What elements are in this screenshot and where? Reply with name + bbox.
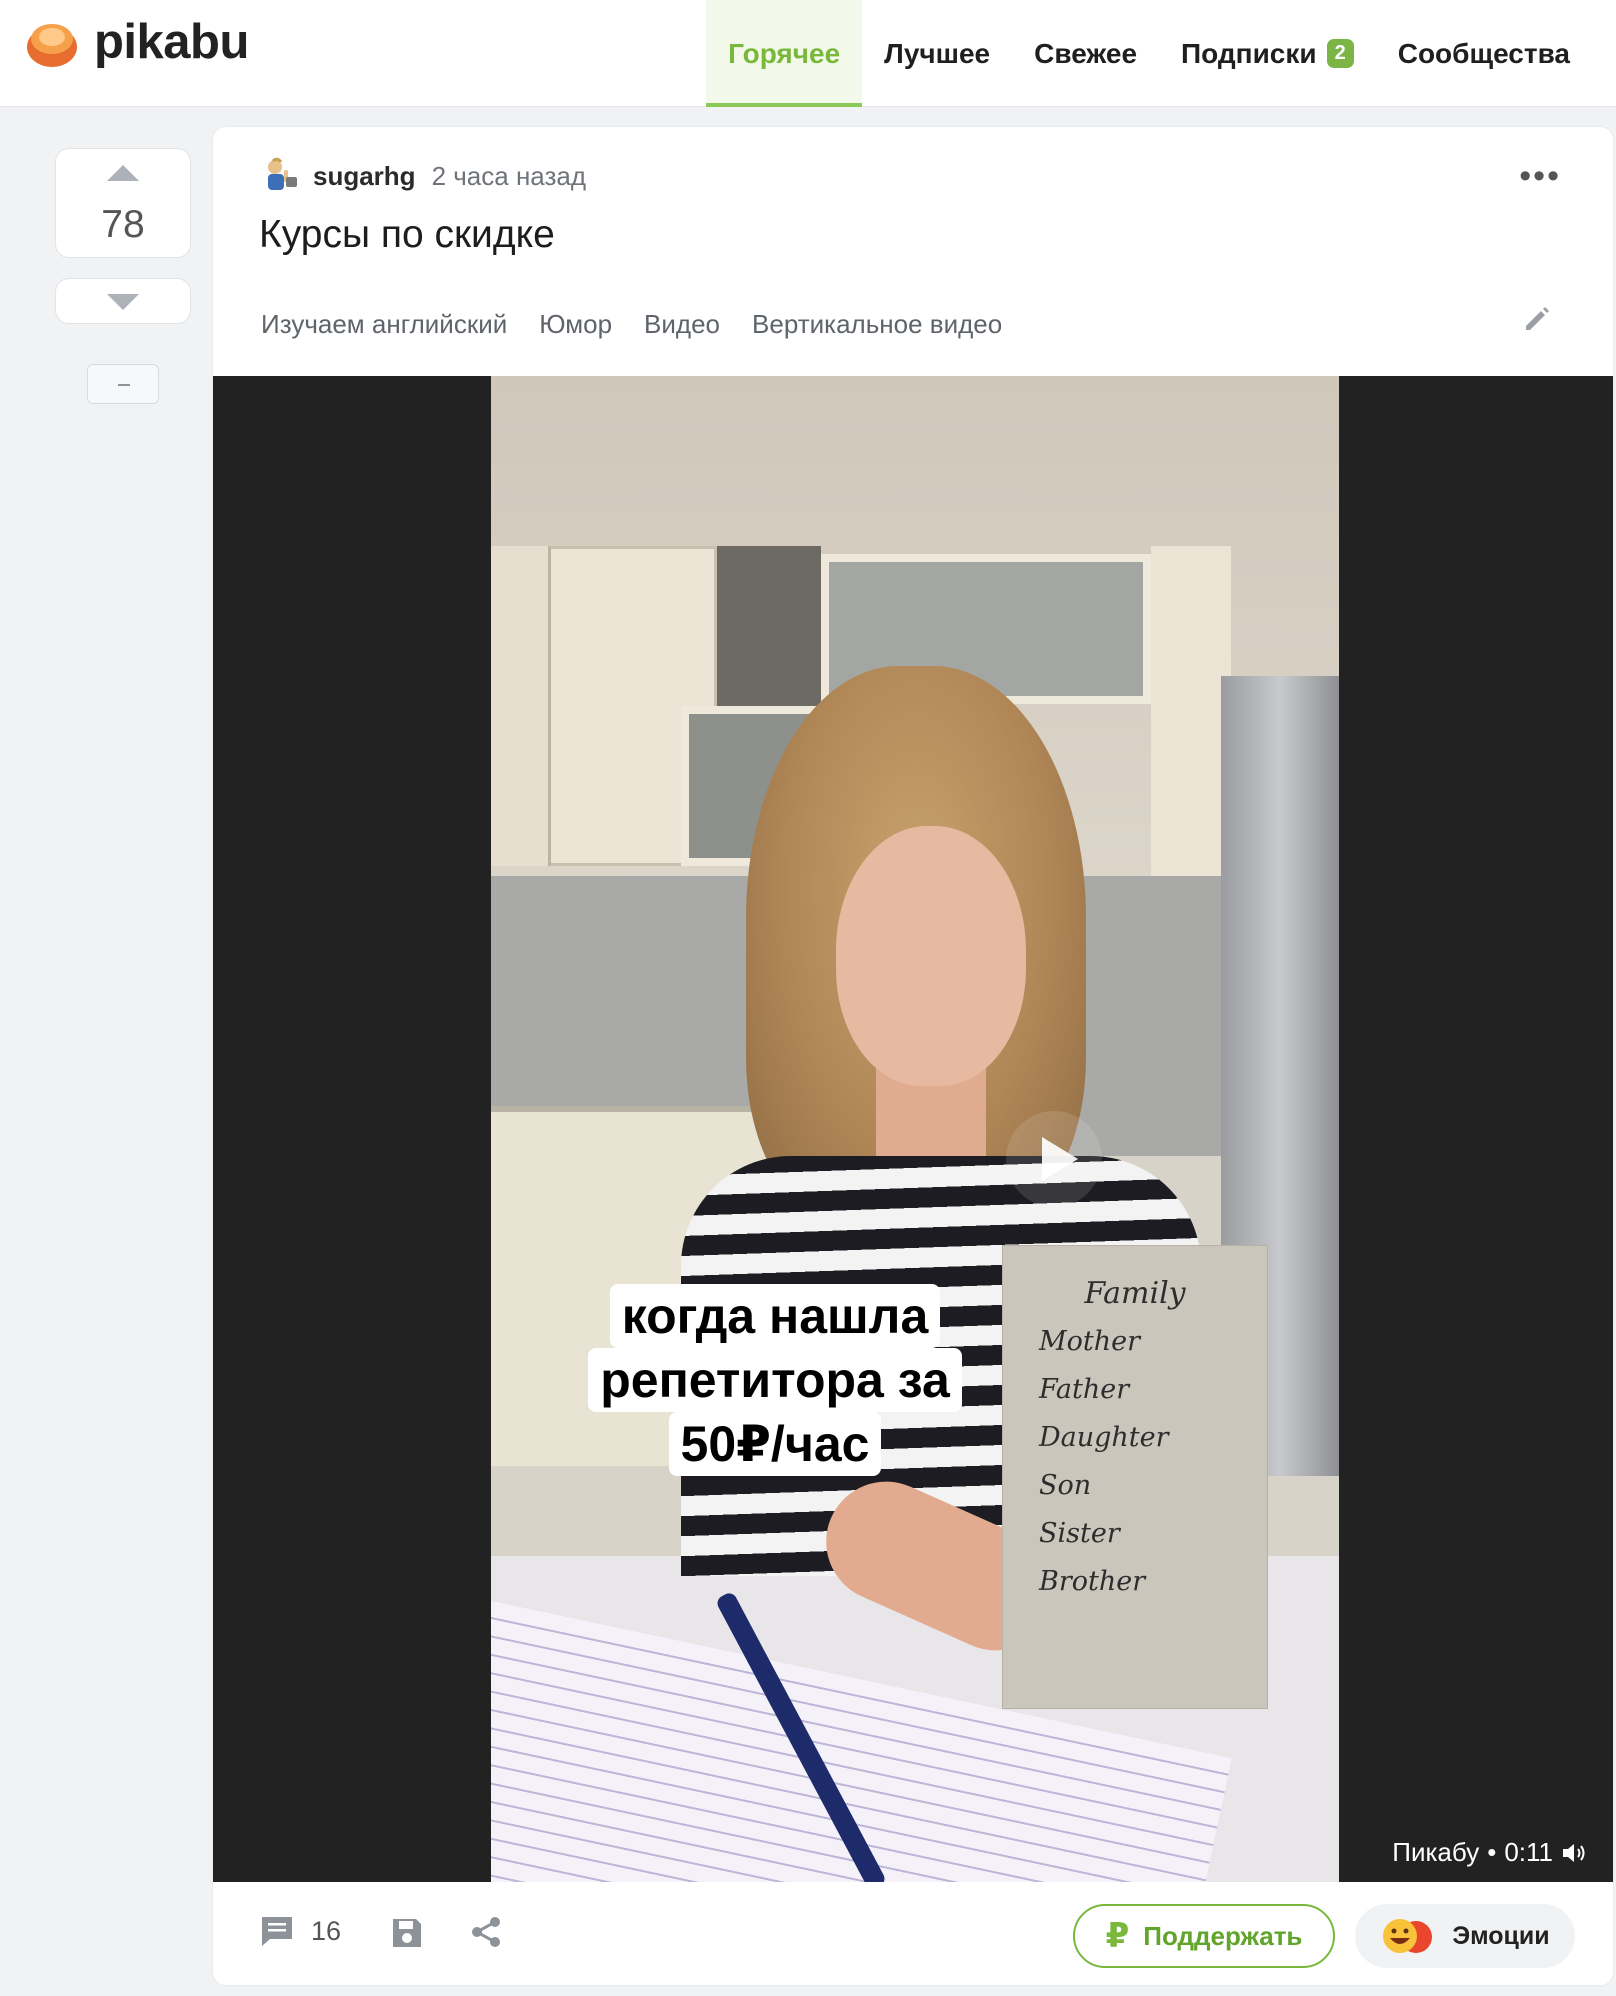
emotions-button[interactable]: Эмоции xyxy=(1355,1904,1575,1968)
nav-communities-label: Сообщества xyxy=(1397,37,1570,69)
save-icon[interactable] xyxy=(389,1915,425,1951)
family-card-title: Family xyxy=(1084,1276,1186,1311)
story-title[interactable]: Курсы по скидке xyxy=(259,213,555,257)
upvote-button[interactable]: 78 xyxy=(55,148,191,258)
nav-hot[interactable]: Горячее xyxy=(706,0,863,107)
story-card: sugarhg 2 часа назад ••• Курсы по скидке… xyxy=(212,126,1614,1986)
nav-best-label: Лучшее xyxy=(884,37,991,69)
emotions-label: Эмоции xyxy=(1452,1921,1550,1950)
post-time: 2 часа назад xyxy=(431,160,587,191)
story-author: sugarhg 2 часа назад xyxy=(261,157,586,195)
story-tags: Изучаем английский Юмор Видео Вертикальн… xyxy=(261,309,1002,340)
nav-subscriptions-label: Подписки xyxy=(1181,37,1317,69)
rating-count: 78 xyxy=(101,203,145,246)
top-header: pikabu Горячее Лучшее Свежее Подписки 2 С… xyxy=(0,0,1616,107)
speaker-icon[interactable] xyxy=(1561,1841,1587,1865)
video-separator: • xyxy=(1487,1837,1497,1867)
logo-text: pikabu xyxy=(94,15,249,69)
family-word: Son xyxy=(1039,1470,1092,1501)
video-frame: Family Mother Father Daughter Son Sister… xyxy=(491,376,1339,1882)
caption-line: репетитора за xyxy=(588,1348,962,1412)
video-source: Пикабу xyxy=(1392,1837,1480,1867)
collapse-story-button[interactable] xyxy=(87,364,159,404)
triangle-up-icon xyxy=(107,165,139,181)
family-word: Sister xyxy=(1039,1518,1120,1549)
family-word: Brother xyxy=(1039,1566,1146,1597)
nav-fresh-label: Свежее xyxy=(1034,37,1138,69)
caption-line: 50₽/час xyxy=(668,1412,882,1476)
video-duration: 0:11 xyxy=(1504,1837,1553,1867)
nav-best[interactable]: Лучшее xyxy=(862,0,1012,107)
pikabu-logo-icon xyxy=(27,24,77,67)
pencil-icon[interactable] xyxy=(1521,303,1553,335)
family-word: Daughter xyxy=(1039,1422,1169,1453)
share-icon[interactable] xyxy=(469,1915,503,1949)
family-word-list: Mother Father Daughter Son Sister Brothe… xyxy=(1039,1326,1169,1614)
video-caption: когда нашла репетитора за 50₽/час xyxy=(575,1284,975,1476)
support-label: Поддержать xyxy=(1143,1920,1303,1951)
person-face xyxy=(836,826,1026,1086)
nav-hot-label: Горячее xyxy=(728,37,841,69)
pikabu-logo[interactable]: pikabu xyxy=(24,14,249,70)
subscriptions-badge: 2 xyxy=(1326,39,1354,68)
tag-vertical-video[interactable]: Вертикальное видео xyxy=(752,309,1002,340)
kitchen-cabinet-side xyxy=(491,546,551,866)
family-word-card: Family Mother Father Daughter Son Sister… xyxy=(1003,1246,1267,1708)
support-button[interactable]: ₽ Поддержать xyxy=(1073,1904,1335,1968)
author-name[interactable]: sugarhg xyxy=(313,161,416,192)
play-icon[interactable] xyxy=(1006,1111,1102,1207)
comments-button[interactable]: 16 xyxy=(259,1914,341,1948)
nav-subscriptions[interactable]: Подписки 2 xyxy=(1159,0,1376,107)
more-dots-icon[interactable]: ••• xyxy=(1519,159,1561,193)
corner-cabinet xyxy=(1151,546,1231,876)
tag-learning-english[interactable]: Изучаем английский xyxy=(261,309,507,340)
ruble-icon: ₽ xyxy=(1105,1917,1130,1955)
vote-panel: 78 xyxy=(55,148,191,404)
nav-communities[interactable]: Сообщества xyxy=(1376,0,1592,107)
story-footer: 16 ₽ Поддержать Эмоции xyxy=(213,1882,1613,1985)
comments-count: 16 xyxy=(311,1915,342,1946)
avatar[interactable] xyxy=(261,157,299,195)
nav-fresh[interactable]: Свежее xyxy=(1012,0,1159,107)
video-player[interactable]: Family Mother Father Daughter Son Sister… xyxy=(213,376,1613,1882)
comment-icon xyxy=(262,1917,292,1946)
family-word: Father xyxy=(1039,1374,1130,1405)
downvote-button[interactable] xyxy=(55,278,191,324)
caption-line: когда нашла xyxy=(609,1284,941,1348)
emoji-faces-icon xyxy=(1383,1919,1433,1953)
main-nav: Горячее Лучшее Свежее Подписки 2 Сообщест… xyxy=(706,0,1616,107)
tag-video[interactable]: Видео xyxy=(644,309,720,340)
video-info: Пикабу • 0:11 xyxy=(1392,1837,1587,1868)
tag-humor[interactable]: Юмор xyxy=(539,309,612,340)
family-word: Mother xyxy=(1039,1326,1141,1357)
